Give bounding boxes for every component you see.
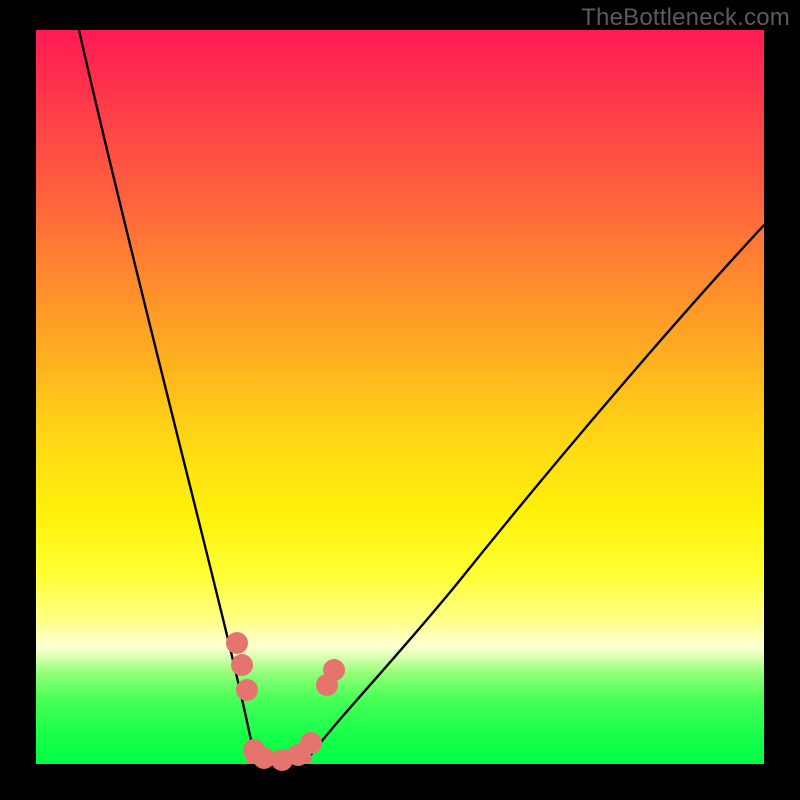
dot-left-mid: [231, 654, 253, 676]
dot-left-upper: [226, 632, 248, 654]
dot-left-lower: [236, 679, 258, 701]
watermark-text: TheBottleneck.com: [581, 4, 790, 32]
left-curve: [79, 30, 256, 764]
right-curve: [304, 225, 764, 764]
dot-right-2: [323, 659, 345, 681]
plot-area: [36, 30, 764, 764]
chart-frame: TheBottleneck.com: [0, 0, 800, 800]
curves-svg: [36, 30, 764, 764]
dot-bottom-5: [300, 732, 322, 754]
